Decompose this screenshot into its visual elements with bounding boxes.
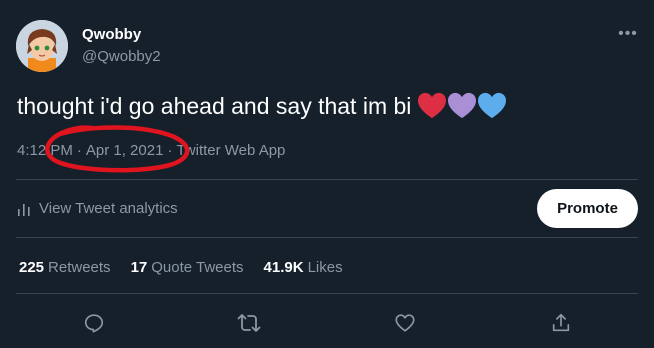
share-button[interactable] bbox=[544, 306, 578, 340]
like-icon bbox=[395, 314, 415, 332]
likes-count: 41.9K bbox=[263, 259, 304, 276]
blue-heart-icon bbox=[478, 92, 507, 119]
retweet-icon bbox=[237, 314, 261, 332]
likes-label: Likes bbox=[307, 259, 343, 276]
tweet-metadata: 4:12 PM · Apr 1, 2021 · Twitter Web App bbox=[17, 142, 285, 159]
red-heart-icon bbox=[418, 92, 447, 119]
bar-chart-icon bbox=[18, 203, 30, 216]
display-name[interactable]: Qwobby bbox=[82, 26, 141, 43]
action-bar bbox=[0, 306, 654, 340]
retweets-label: Retweets bbox=[48, 259, 111, 276]
like-button[interactable] bbox=[388, 306, 422, 340]
tweet-time[interactable]: 4:12 PM bbox=[17, 142, 73, 159]
tweet-date[interactable]: Apr 1, 2021 bbox=[86, 142, 164, 159]
tweet-body: thought i'd go ahead and say that im bi bbox=[17, 92, 507, 120]
promote-button[interactable]: Promote bbox=[537, 189, 638, 228]
retweets-count: 225 bbox=[19, 259, 45, 276]
retweets-stat[interactable]: 225 Retweets bbox=[19, 259, 111, 276]
reply-icon bbox=[84, 314, 104, 333]
user-handle[interactable]: @Qwobby2 bbox=[82, 48, 161, 65]
more-options-icon[interactable]: ••• bbox=[616, 24, 640, 44]
analytics-label: View Tweet analytics bbox=[39, 200, 178, 217]
quote-tweets-count: 17 bbox=[130, 259, 148, 276]
likes-stat[interactable]: 41.9K Likes bbox=[264, 259, 343, 276]
purple-heart-icon bbox=[448, 92, 477, 119]
view-analytics-link[interactable]: View Tweet analytics bbox=[17, 200, 178, 217]
separator: · bbox=[76, 142, 82, 159]
engagement-stats: 225 Retweets 17 Quote Tweets 41.9K Likes bbox=[19, 259, 343, 276]
tweet-text: thought i'd go ahead and say that im bi bbox=[17, 92, 412, 119]
share-icon bbox=[552, 313, 570, 332]
tweet: Qwobby @Qwobby2 ••• thought i'd go ahead… bbox=[0, 0, 654, 348]
divider bbox=[16, 293, 638, 294]
avatar[interactable] bbox=[16, 20, 68, 72]
quote-tweets-stat[interactable]: 17 Quote Tweets bbox=[131, 259, 244, 276]
separator: · bbox=[167, 142, 173, 159]
retweet-button[interactable] bbox=[232, 306, 266, 340]
divider bbox=[16, 179, 638, 180]
tweet-source[interactable]: Twitter Web App bbox=[176, 142, 285, 159]
reply-button[interactable] bbox=[77, 306, 111, 340]
emoji-group bbox=[417, 92, 507, 120]
divider bbox=[16, 237, 638, 238]
quote-tweets-label: Quote Tweets bbox=[151, 259, 244, 276]
